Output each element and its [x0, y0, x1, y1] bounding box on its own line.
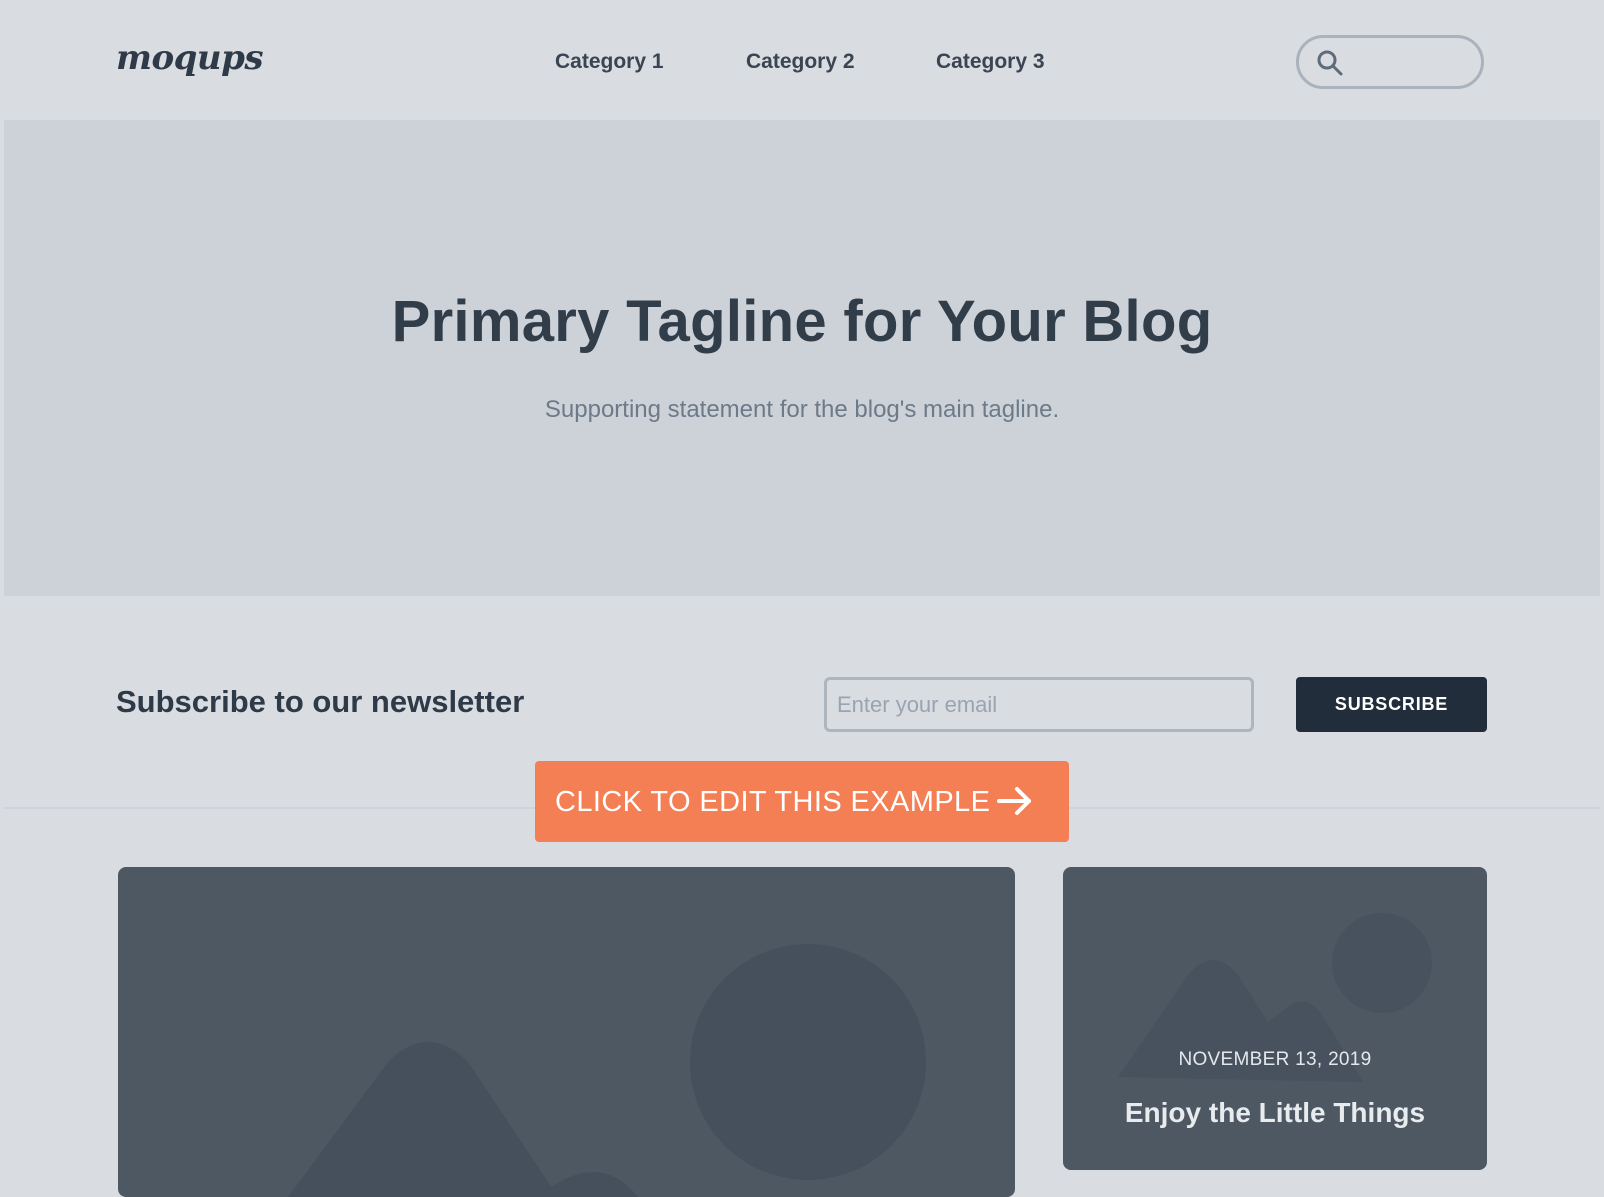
post-title[interactable]: Enjoy the Little Things — [1063, 1097, 1487, 1129]
nav-item-category-3[interactable]: Category 3 — [936, 50, 1045, 74]
post-card[interactable]: NOVEMBER 13, 2019 Enjoy the Little Thing… — [1063, 867, 1487, 1170]
hero-section: Primary Tagline for Your Blog Supporting… — [4, 120, 1600, 596]
edit-example-button[interactable]: CLICK TO EDIT THIS EXAMPLE — [535, 761, 1069, 842]
search-icon — [1317, 50, 1343, 76]
page: moqups Category 1 Category 2 Category 3 … — [0, 0, 1604, 1197]
hero-title: Primary Tagline for Your Blog — [391, 289, 1213, 354]
newsletter-title: Subscribe to our newsletter — [116, 684, 525, 719]
subscribe-button[interactable]: SUBSCRIBE — [1296, 677, 1487, 732]
arrow-right-icon — [997, 787, 1031, 815]
image-placeholder-icon — [288, 944, 926, 1197]
nav-item-category-2[interactable]: Category 2 — [746, 50, 855, 74]
search-input[interactable] — [1296, 35, 1484, 89]
post-date: NOVEMBER 13, 2019 — [1178, 1049, 1372, 1070]
featured-post-card[interactable] — [118, 867, 1015, 1197]
edit-example-label: CLICK TO EDIT THIS EXAMPLE — [555, 786, 991, 818]
email-field[interactable] — [824, 677, 1254, 732]
nav-item-category-1[interactable]: Category 1 — [555, 50, 664, 74]
hero-subtitle: Supporting statement for the blog's main… — [544, 396, 1060, 423]
